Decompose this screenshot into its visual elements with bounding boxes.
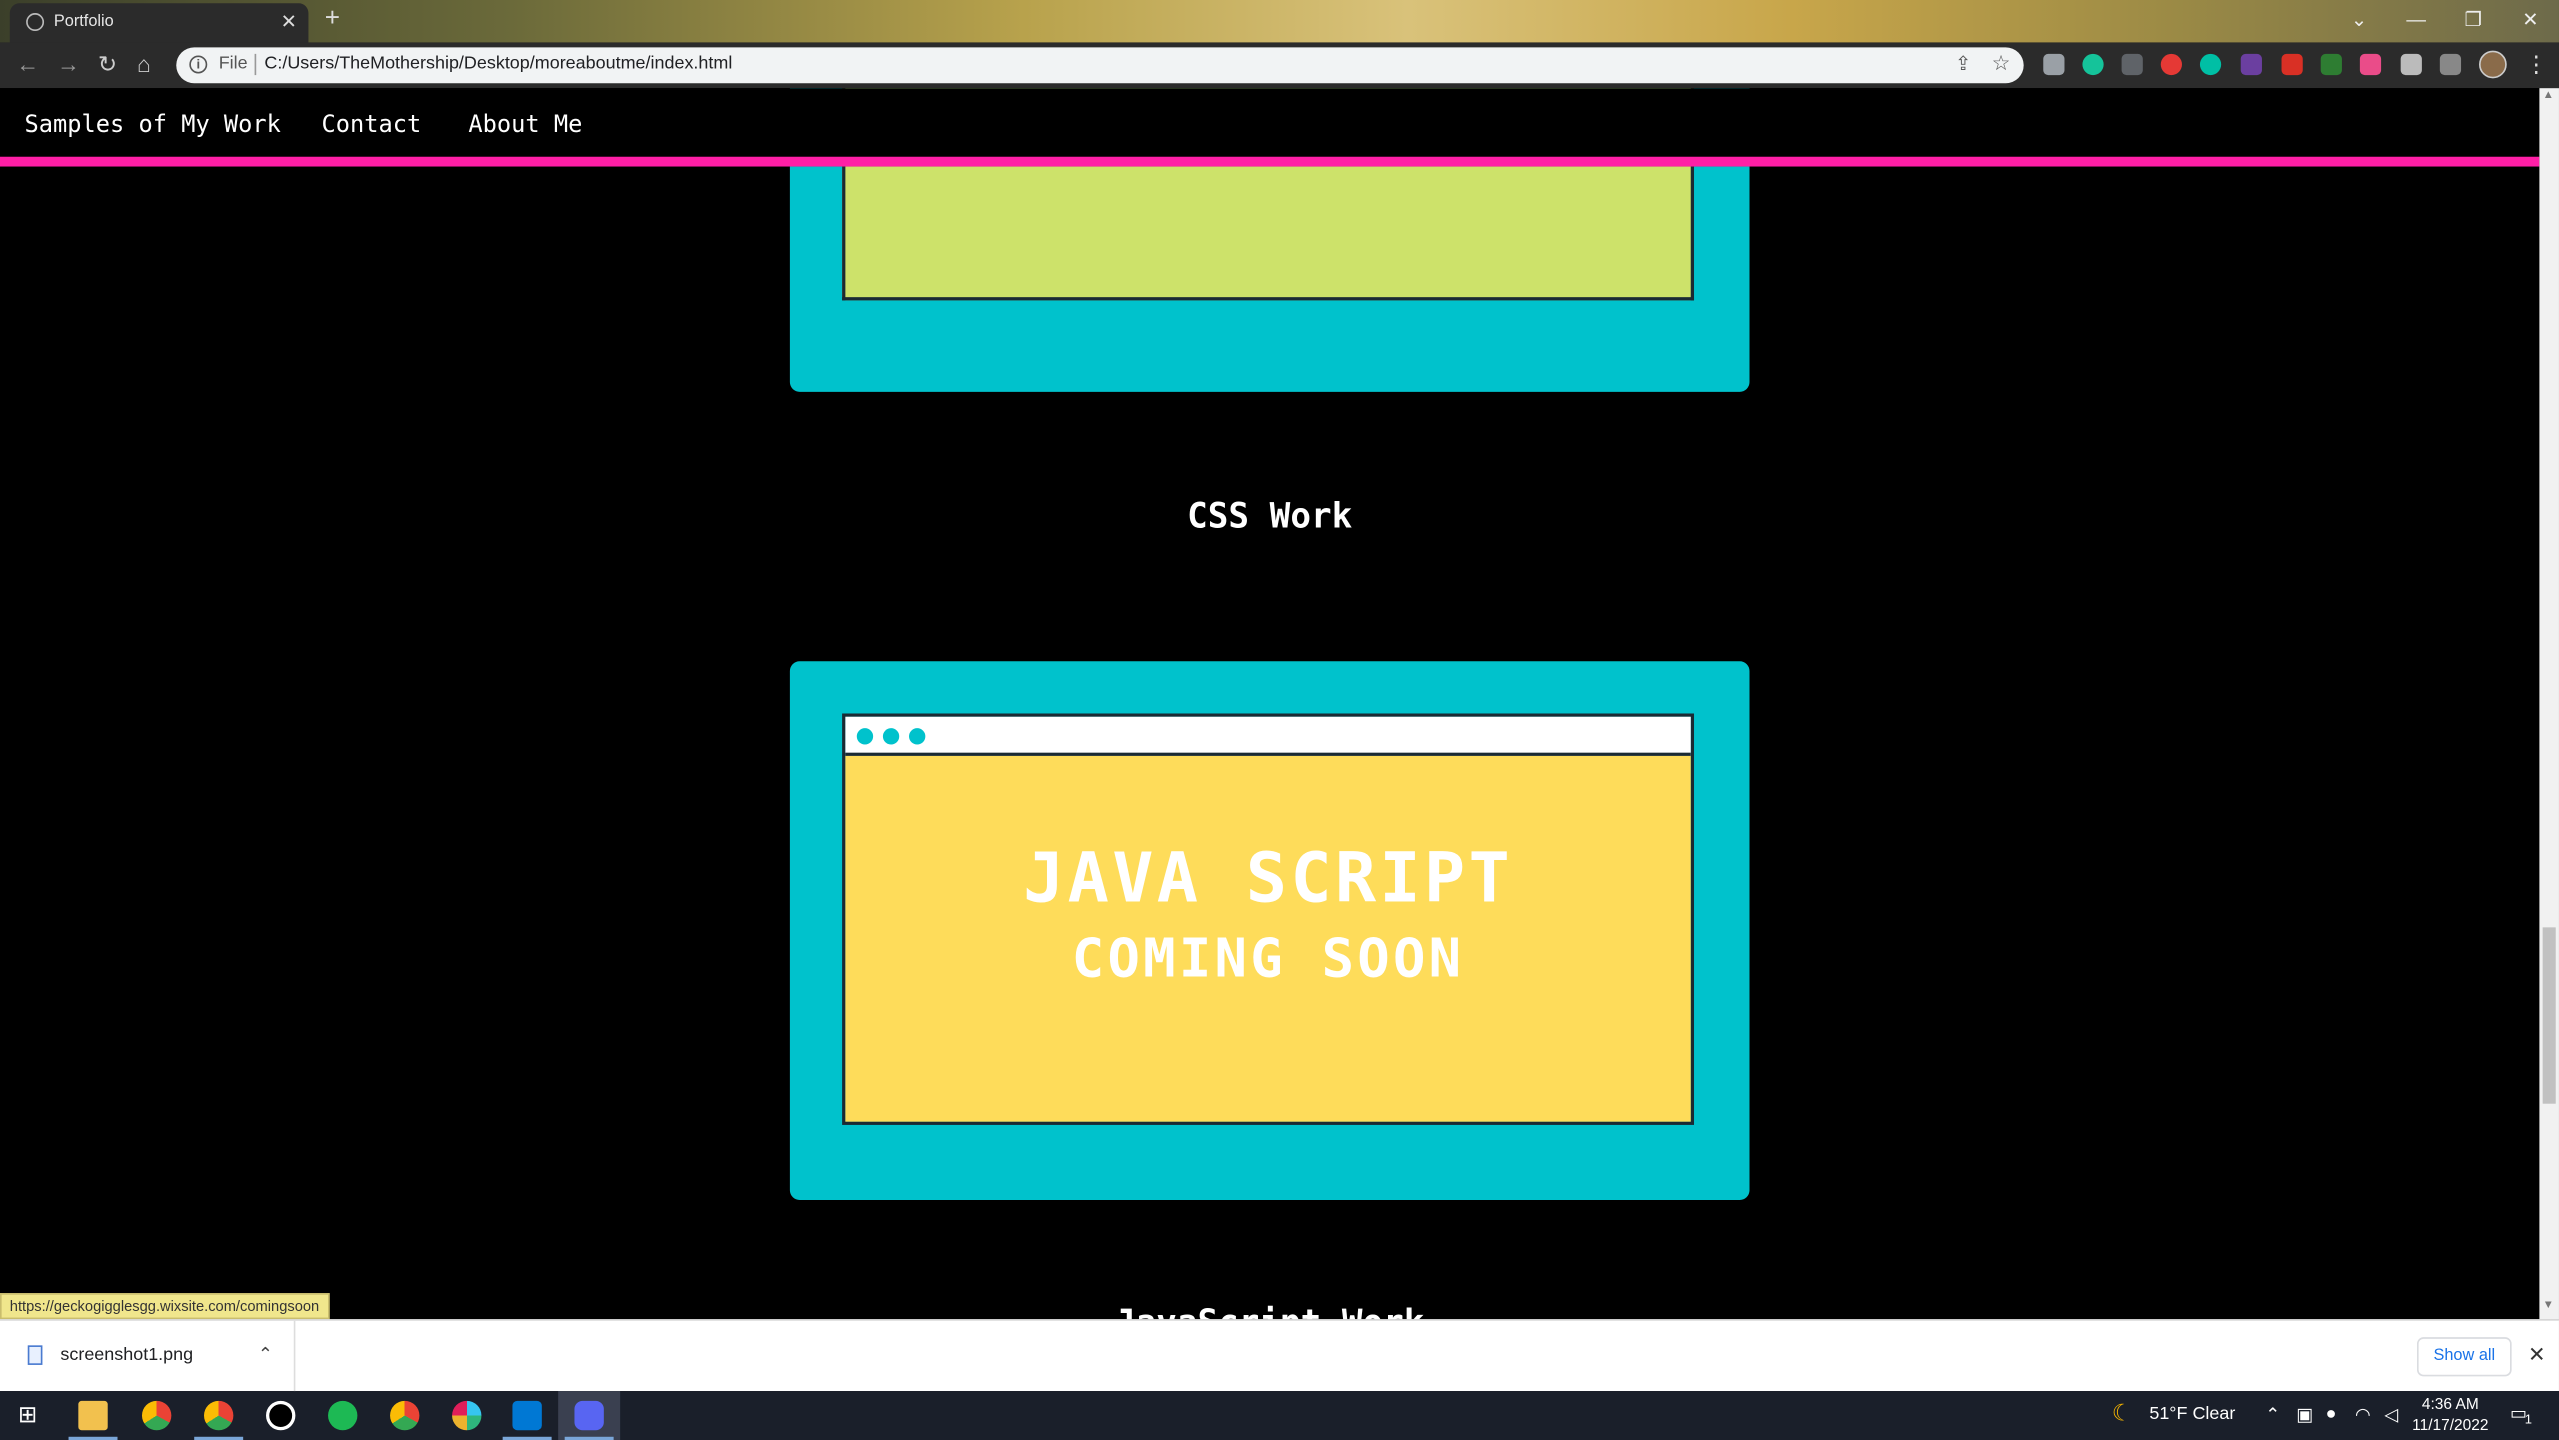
moon-weather-icon: ☾ bbox=[2111, 1399, 2133, 1426]
extension-icon[interactable] bbox=[2043, 53, 2065, 76]
url-scheme: File bbox=[218, 53, 248, 74]
nav-link-contact[interactable]: Contact bbox=[322, 113, 422, 139]
browser-tab[interactable]: Portfolio ✕ bbox=[9, 3, 309, 43]
microphone-icon[interactable]: ● bbox=[2326, 1404, 2337, 1424]
restore-button[interactable]: ❐ bbox=[2445, 0, 2502, 39]
extension-icon[interactable] bbox=[2160, 53, 2182, 76]
slack-icon[interactable] bbox=[452, 1400, 482, 1431]
profile-avatar[interactable] bbox=[2479, 50, 2507, 79]
section-title-css: CSS Work bbox=[1187, 496, 1353, 536]
window-dot-icon bbox=[909, 728, 926, 745]
clock-date: 11/17/2022 bbox=[2412, 1417, 2489, 1436]
vscode-icon[interactable] bbox=[512, 1400, 542, 1431]
nav-link-samples[interactable]: Samples of My Work bbox=[24, 113, 280, 139]
minimize-button[interactable]: — bbox=[2388, 0, 2445, 39]
project-window: JAVA SCRIPT COMING SOON bbox=[842, 713, 1695, 1125]
wifi-icon[interactable]: ◠ bbox=[2355, 1404, 2371, 1426]
discord-icon[interactable] bbox=[574, 1400, 604, 1431]
weather-text[interactable]: 51°F Clear bbox=[2149, 1404, 2235, 1424]
window-controls: ⌄ — ❐ ✕ bbox=[2330, 0, 2558, 39]
tab-title: Portfolio bbox=[53, 13, 114, 32]
status-link-preview: https://geckogigglesgg.wixsite.com/comin… bbox=[0, 1293, 330, 1320]
chevron-up-icon[interactable]: ⌃ bbox=[258, 1344, 273, 1365]
js-card-line2: COMING SOON bbox=[1071, 925, 1465, 990]
downloads-bar: screenshot1.png ⌃ Show all ✕ bbox=[0, 1319, 2559, 1393]
project-card-js[interactable]: JAVA SCRIPT COMING SOON bbox=[789, 661, 1750, 1201]
clock[interactable]: 4:36 AM 11/17/2022 bbox=[2412, 1394, 2488, 1436]
chrome-profile-icon[interactable] bbox=[204, 1400, 234, 1431]
scrollbar-thumb[interactable] bbox=[2542, 927, 2556, 1104]
volume-icon[interactable]: ◁ bbox=[2384, 1404, 2398, 1426]
info-icon[interactable]: i bbox=[189, 55, 208, 74]
menu-kebab-icon[interactable]: ⋮ bbox=[2525, 51, 2548, 79]
forward-arrow-icon[interactable]: → bbox=[57, 51, 80, 77]
device-icon[interactable]: ▣ bbox=[2296, 1404, 2313, 1426]
show-hidden-icons-chevron-icon[interactable]: ⌃ bbox=[2265, 1404, 2280, 1426]
puzzle-extensions-icon[interactable] bbox=[2400, 53, 2422, 76]
url-separator bbox=[254, 53, 257, 76]
extension-icon[interactable] bbox=[2121, 53, 2143, 76]
title-bar: Portfolio ✕ + ⌄ — ❐ ✕ bbox=[0, 0, 2559, 43]
file-icon bbox=[27, 1345, 43, 1365]
page-viewport: CSS Work JAVA SCRIPT COMING SOON JavaScr… bbox=[0, 88, 2540, 1320]
chrome-profile-icon[interactable] bbox=[390, 1400, 420, 1431]
notification-count: 1 bbox=[2524, 1412, 2532, 1427]
back-arrow-icon[interactable]: ← bbox=[16, 51, 39, 77]
show-all-button[interactable]: Show all bbox=[2416, 1337, 2512, 1377]
globe-icon bbox=[26, 13, 45, 32]
file-explorer-icon[interactable] bbox=[78, 1400, 108, 1431]
new-tab-button[interactable]: + bbox=[325, 5, 340, 34]
extension-icon[interactable] bbox=[2240, 53, 2262, 76]
section-title-js: JavaScript Work bbox=[0, 1303, 2539, 1319]
close-downloads-icon[interactable]: ✕ bbox=[2528, 1342, 2546, 1368]
clock-time: 4:36 AM bbox=[2421, 1395, 2479, 1414]
taskbar: ⊞ ☾ 51°F Clear ⌃ ▣ ● ◠ ◁ 4:36 AM 11/17/2… bbox=[0, 1391, 2559, 1440]
download-item[interactable]: screenshot1.png ⌃ bbox=[0, 1320, 296, 1393]
close-window-button[interactable]: ✕ bbox=[2502, 0, 2559, 39]
grammarly-extension-icon[interactable] bbox=[2082, 53, 2104, 76]
address-bar[interactable]: i File C:/Users/TheMothership/Desktop/mo… bbox=[176, 47, 2024, 84]
bookmark-star-icon[interactable]: ☆ bbox=[1992, 51, 2011, 77]
site-nav: Samples of My Work Contact About Me bbox=[0, 88, 2540, 167]
url-text[interactable]: C:/Users/TheMothership/Desktop/moreabout… bbox=[264, 54, 732, 74]
spotify-icon[interactable] bbox=[328, 1400, 358, 1431]
project-screen: JAVA SCRIPT COMING SOON bbox=[845, 755, 1691, 1122]
chrome-icon[interactable] bbox=[141, 1400, 172, 1431]
side-panel-icon[interactable] bbox=[2439, 53, 2462, 76]
download-file-name: screenshot1.png bbox=[60, 1345, 194, 1365]
window-dot-icon bbox=[856, 728, 874, 745]
share-icon[interactable]: ⇪ bbox=[1955, 52, 1971, 75]
window-dot-icon bbox=[882, 728, 900, 745]
scroll-up-icon[interactable]: ▲ bbox=[2543, 90, 2554, 101]
home-icon[interactable]: ⌂ bbox=[137, 51, 151, 77]
extension-icon[interactable] bbox=[2320, 53, 2342, 76]
page-scrollbar[interactable]: ▲ ▼ bbox=[2539, 88, 2559, 1320]
tab-search-icon[interactable]: ⌄ bbox=[2330, 0, 2387, 39]
reload-icon[interactable]: ↻ bbox=[98, 51, 117, 79]
windows-start-icon[interactable]: ⊞ bbox=[18, 1401, 37, 1429]
extension-icon[interactable] bbox=[2359, 53, 2382, 76]
nav-link-about[interactable]: About Me bbox=[468, 113, 582, 139]
window-bar bbox=[845, 716, 1691, 756]
js-card-line1: JAVA SCRIPT bbox=[1023, 837, 1513, 918]
extension-icon[interactable] bbox=[2199, 53, 2222, 76]
scroll-down-icon[interactable]: ▼ bbox=[2543, 1300, 2554, 1311]
github-icon[interactable] bbox=[266, 1400, 296, 1431]
tab-close-icon[interactable]: ✕ bbox=[281, 10, 297, 33]
extension-icon[interactable] bbox=[2281, 53, 2303, 76]
